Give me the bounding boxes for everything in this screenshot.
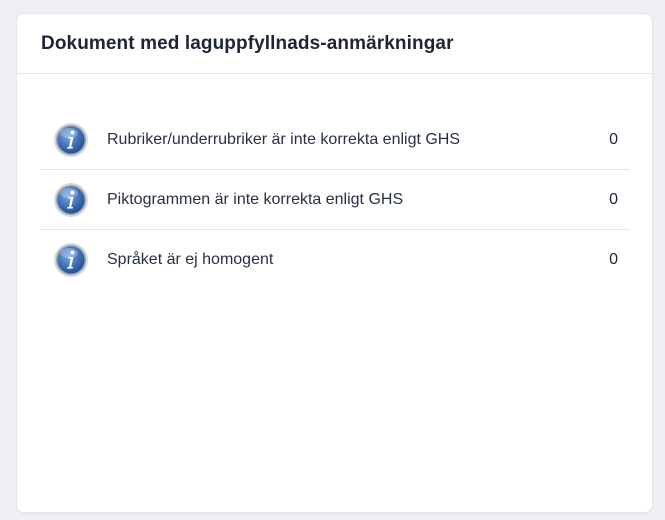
list-item-count: 0 [609,190,618,208]
card-title: Dokument med laguppfyllnads-anmärkningar [41,32,454,54]
info-icon [53,122,89,158]
remarks-list: Rubriker/underrubriker är inte korrekta … [41,110,630,290]
info-icon [53,242,89,278]
list-item-label: Piktogrammen är inte korrekta enligt GHS [107,190,404,208]
list-item-language[interactable]: Språket är ej homogent 0 [41,230,630,290]
card-header: Dokument med laguppfyllnads-anmärkningar [17,14,652,74]
compliance-remarks-card: Dokument med laguppfyllnads-anmärkningar [16,13,653,513]
info-icon [53,182,89,218]
list-item-headings[interactable]: Rubriker/underrubriker är inte korrekta … [41,110,630,170]
list-item-count: 0 [609,130,618,148]
list-item-pictograms[interactable]: Piktogrammen är inte korrekta enligt GHS… [41,170,630,230]
list-item-label: Rubriker/underrubriker är inte korrekta … [107,130,461,148]
list-item-label: Språket är ej homogent [107,251,274,268]
list-item-count: 0 [609,251,618,268]
